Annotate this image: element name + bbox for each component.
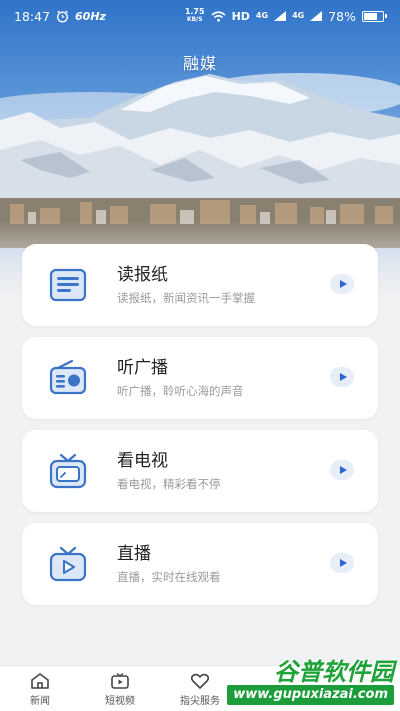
watermark-logo: 谷普软件园 www.gupuxiazai.com [198, 655, 394, 705]
card-title: 读报纸 [117, 265, 168, 285]
wifi-icon [211, 10, 226, 22]
net-speed: 1.75 KB/S [184, 7, 205, 24]
card-subtitle: 读报纸，新闻资讯一手掌握 [117, 291, 255, 305]
live-tv-icon [49, 546, 87, 582]
watermark-url: www.gupuxiazai.com [227, 685, 394, 705]
nav-label: 新闻 [30, 695, 50, 707]
nav-label: 短视频 [105, 695, 135, 707]
watermark-brand: 谷普软件园 [274, 657, 394, 686]
tv-card[interactable]: 看电视 看电视，精彩看不停 [22, 430, 378, 512]
tv-icon [49, 453, 87, 489]
nav-item-news[interactable]: 新闻 [0, 666, 80, 711]
page-title: 融媒 [182, 54, 217, 73]
newspaper-icon [49, 268, 87, 302]
status-bar: 18:47 60Hz 1.75 KB/S HD 4G 4G 78% [0, 0, 400, 32]
radio-card[interactable]: 听广播 听广播，聆听心海的声音 [22, 337, 378, 419]
nav-item-short-video[interactable]: 短视频 [80, 666, 160, 711]
card-title: 直播 [117, 544, 151, 564]
news-home-icon [31, 672, 49, 689]
refresh-rate: 60Hz [75, 9, 106, 23]
newspaper-card[interactable]: 读报纸 读报纸，新闻资讯一手掌握 [22, 244, 378, 326]
play-button[interactable] [330, 367, 354, 387]
signal-icon-2 [310, 11, 323, 21]
signal-icon [274, 11, 287, 21]
card-title: 听广播 [117, 358, 168, 378]
network-indicator-1: 4G [255, 11, 269, 20]
play-button[interactable] [330, 460, 354, 480]
short-video-icon [111, 672, 129, 689]
battery-fill [364, 12, 377, 20]
card-subtitle: 看电视，精彩看不停 [117, 477, 221, 491]
network-indicator-2: 4G [292, 11, 305, 20]
card-subtitle: 直播，实时在线观看 [117, 570, 221, 584]
media-cards-list: 读报纸 读报纸，新闻资讯一手掌握 听广播 听广播，聆听心海的声音 看电视 看电视… [22, 244, 378, 616]
hd-indicator: HD [231, 9, 250, 23]
card-subtitle: 听广播，聆听心海的声音 [117, 384, 244, 398]
live-card[interactable]: 直播 直播，实时在线观看 [22, 523, 378, 605]
play-button[interactable] [330, 553, 354, 573]
battery-percent: 78% [328, 8, 356, 24]
card-title: 看电视 [117, 451, 168, 471]
radio-icon [49, 359, 87, 395]
alarm-icon [57, 10, 69, 23]
status-time: 18:47 [14, 8, 51, 24]
battery-icon [362, 10, 387, 22]
play-button[interactable] [330, 274, 354, 294]
